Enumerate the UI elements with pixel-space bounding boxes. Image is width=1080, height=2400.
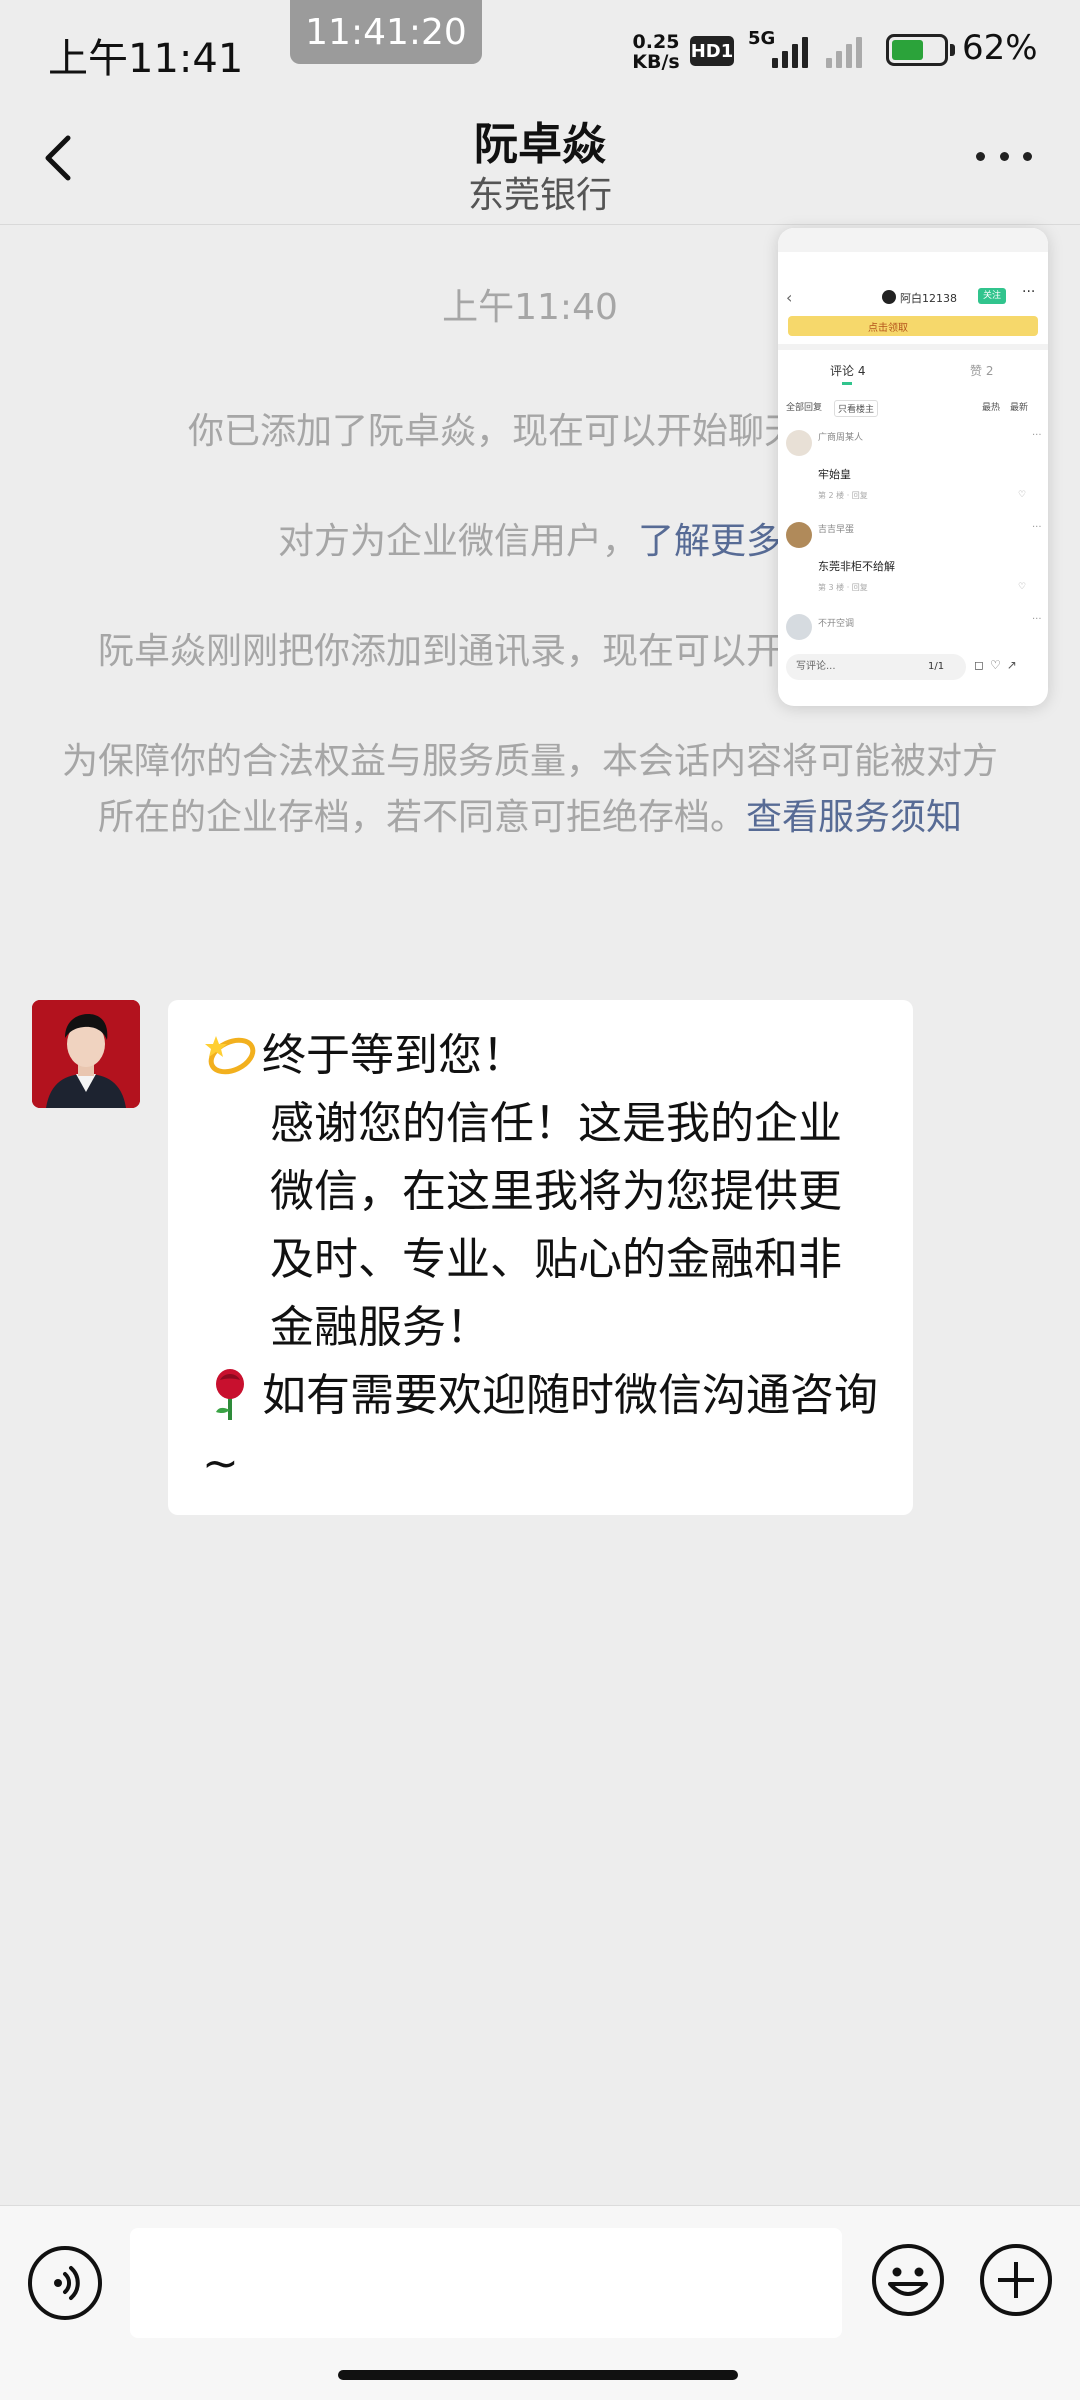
message-line-3: 如有需要欢迎随时微信沟通咨询~ xyxy=(202,1362,879,1498)
floating-action-icons: ◻♡↗ xyxy=(974,658,1023,672)
comment-text: 东莞非柜不给解 xyxy=(818,560,895,573)
message-greeting: 终于等到您！ xyxy=(262,1030,526,1081)
floating-page-indicator: 1/1 xyxy=(928,661,945,672)
hd-badge: HD1 xyxy=(690,36,734,66)
comment-like-icon: ♡ xyxy=(1018,490,1027,500)
comment-author: 不开空调 xyxy=(818,619,855,629)
comment-more-icon: ··· xyxy=(1032,614,1042,625)
network-speed-value: 0.25 xyxy=(632,31,680,53)
battery-nub xyxy=(950,44,955,56)
comment-author: 广商周某人 xyxy=(818,433,864,443)
comment-avatar xyxy=(786,430,812,456)
home-indicator[interactable] xyxy=(338,2370,738,2380)
chat-header: 阮卓焱 东莞银行 xyxy=(0,100,1080,225)
floating-tab-indicator xyxy=(842,382,852,385)
message-closing: 如有需要欢迎随时微信沟通咨询~ xyxy=(202,1370,878,1489)
floating-sort-new: 最新 xyxy=(1010,403,1029,413)
service-notice-link[interactable]: 查看服务须知 xyxy=(746,797,962,838)
floating-banner-text: 点击领取 xyxy=(868,323,908,334)
comment-meta: 第 2 楼 · 回复 xyxy=(818,491,868,500)
network-speed: 0.25 KB/s xyxy=(628,32,684,72)
message-line-1: 终于等到您！ xyxy=(202,1022,879,1090)
floating-window-handle[interactable] xyxy=(778,228,1048,252)
smiley-icon[interactable] xyxy=(870,2242,946,2318)
floating-user-avatar xyxy=(882,290,896,304)
network-speed-unit: KB/s xyxy=(632,51,680,73)
floating-tab-comments: 评论 4 xyxy=(830,364,866,378)
battery-fill xyxy=(892,40,923,60)
chat-title: 阮卓焱 xyxy=(474,119,606,170)
system-enterprise-text: 对方为企业微信用户， xyxy=(277,521,638,562)
message-bubble[interactable]: 终于等到您！ 感谢您的信任！这是我的企业微信，在这里我将为您提供更及时、专业、贴… xyxy=(168,1000,913,1515)
status-time: 上午11:41 xyxy=(48,36,244,82)
comment-more-icon: ··· xyxy=(1032,522,1042,533)
more-dots-icon[interactable] xyxy=(976,146,1032,166)
floating-tab-likes: 赞 2 xyxy=(970,364,994,378)
comment-avatar xyxy=(786,614,812,640)
battery-percent: 62% xyxy=(962,28,1038,68)
status-bar: 上午11:41 11:41:20 0.25 KB/s HD1 5G 62% xyxy=(0,0,1080,100)
message-line-2: 感谢您的信任！这是我的企业微信，在这里我将为您提供更及时、专业、贴心的金融和非金… xyxy=(270,1098,842,1353)
floating-back-icon: ‹ xyxy=(786,288,793,307)
system-archive-message: 为保障你的合法权益与服务质量，本会话内容将可能被对方所在的企业存档，若不同意可拒… xyxy=(60,734,1000,846)
comment-avatar xyxy=(786,522,812,548)
dizzy-star-icon xyxy=(202,1026,258,1082)
comment-like-icon: ♡ xyxy=(1018,582,1027,592)
floating-divider xyxy=(778,344,1048,350)
floating-sort-hot: 最热 xyxy=(982,403,1001,413)
comment-text: 牢始皇 xyxy=(818,468,851,481)
floating-window[interactable]: ‹ 阿白12138 关注 ··· 点击领取 评论 4 赞 2 全部回复 只看楼主… xyxy=(778,228,1048,706)
comment-more-icon: ··· xyxy=(1032,430,1042,441)
floating-filter-all: 全部回复 xyxy=(786,403,823,413)
signal-strength-sim2-icon xyxy=(826,34,862,68)
signal-strength-icon xyxy=(772,34,808,68)
chat-subtitle: 东莞银行 xyxy=(467,175,612,216)
comment-author: 吉吉早蛋 xyxy=(818,525,855,535)
floating-follow-button: 关注 xyxy=(978,288,1006,304)
comment-meta: 第 3 楼 · 回复 xyxy=(818,583,868,592)
rose-icon xyxy=(202,1366,258,1422)
message-input[interactable] xyxy=(130,2228,842,2338)
floating-filter-author: 只看楼主 xyxy=(834,400,879,417)
floating-username: 阿白12138 xyxy=(900,292,957,305)
plus-circle-icon[interactable] xyxy=(978,2242,1054,2318)
clock-overlay: 11:41:20 xyxy=(290,0,482,64)
floating-banner: 点击领取 xyxy=(788,316,1038,336)
voice-icon[interactable] xyxy=(28,2246,102,2320)
avatar[interactable] xyxy=(32,1000,140,1108)
floating-more-icon: ··· xyxy=(1022,284,1036,300)
battery-icon xyxy=(886,34,948,66)
learn-more-link[interactable]: 了解更多 xyxy=(638,521,782,562)
